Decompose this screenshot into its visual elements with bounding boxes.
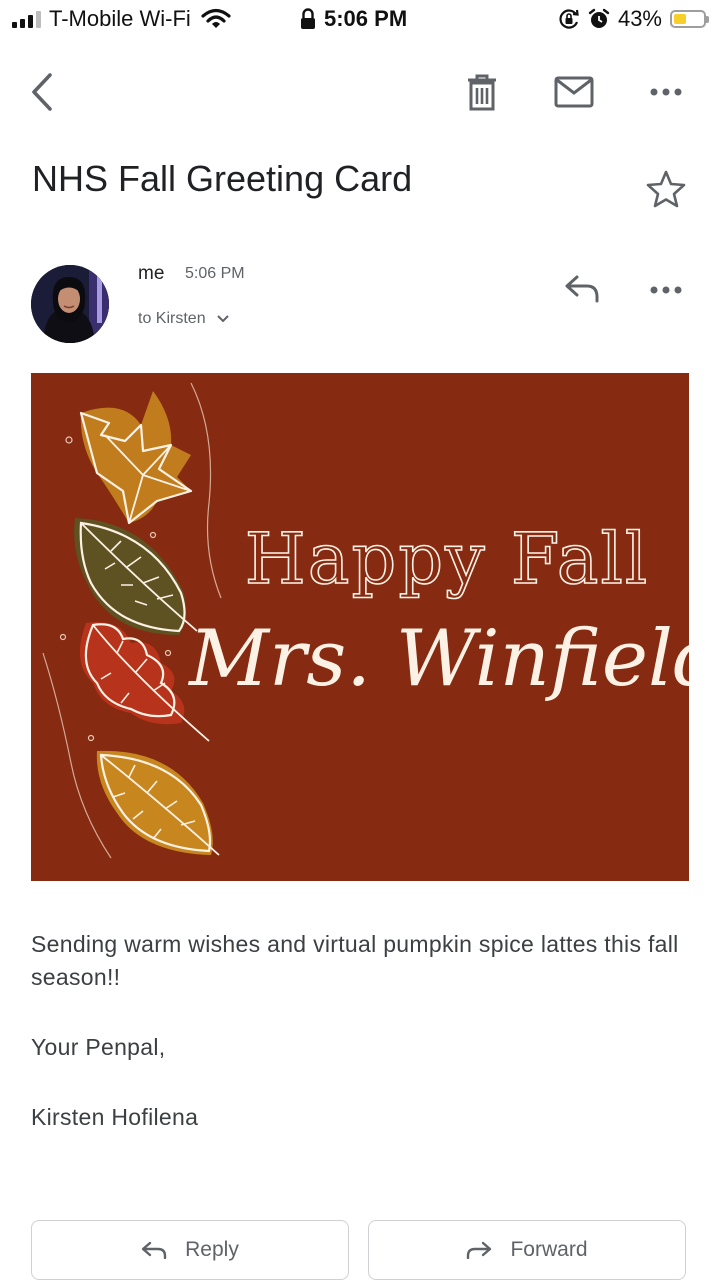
mark-unread-button[interactable] [550, 68, 598, 116]
body-paragraph-greeting: Sending warm wishes and virtual pumpkin … [31, 931, 679, 990]
battery-percent: 43% [617, 6, 662, 31]
sender-avatar[interactable] [31, 265, 109, 343]
card-recipient-name: Mrs. Winfield [187, 614, 689, 704]
sender-name: me [138, 263, 165, 284]
card-headline: Happy Fall [245, 518, 650, 600]
forward-label: Forward [510, 1238, 588, 1261]
status-left: T-Mobile Wi-Fi [12, 6, 231, 32]
trash-icon [468, 74, 496, 111]
lock-icon [301, 8, 315, 29]
reply-icon [565, 275, 599, 303]
star-icon[interactable] [646, 170, 686, 208]
chevron-down-icon [216, 315, 229, 323]
forward-icon [467, 1241, 492, 1259]
reply-label: Reply [185, 1238, 239, 1261]
avatar-photo [31, 265, 109, 343]
body-paragraph-closing: Your Penpal, [31, 1034, 166, 1060]
email-body: Sending warm wishes and virtual pumpkin … [31, 928, 691, 1171]
reply-icon [141, 1241, 167, 1259]
reply-button[interactable]: Reply [31, 1220, 349, 1280]
battery-icon [670, 10, 709, 28]
status-center: 5:06 PM [300, 6, 407, 32]
delete-button[interactable] [460, 68, 504, 116]
clock-label: 5:06 PM [324, 6, 408, 31]
message-more-button[interactable] [644, 270, 688, 310]
back-button[interactable] [22, 68, 62, 116]
greeting-card-image[interactable]: Happy Fall Mrs. Winfield [31, 373, 689, 881]
forward-button[interactable]: Forward [368, 1220, 686, 1280]
envelope-icon [554, 76, 594, 108]
carrier-label: T-Mobile Wi-Fi [49, 6, 191, 31]
rotation-lock-icon [559, 9, 579, 29]
wifi-icon [201, 8, 231, 28]
chevron-left-icon [32, 73, 52, 111]
email-subject: NHS Fall Greeting Card [32, 158, 413, 199]
alarm-icon [588, 8, 610, 28]
sent-time: 5:06 PM [185, 265, 245, 282]
more-horizontal-icon [650, 88, 682, 96]
signal-icon [12, 10, 41, 28]
status-right: 43% [558, 6, 709, 32]
more-options-button[interactable] [644, 72, 688, 112]
reply-icon-button[interactable] [560, 268, 604, 308]
more-horizontal-icon [650, 286, 682, 294]
email-toolbar [0, 62, 720, 122]
recipient-label: to Kirsten [138, 310, 206, 327]
recipient-toggle[interactable]: to Kirsten [138, 310, 230, 328]
body-paragraph-signature: Kirsten Hofilena [31, 1104, 199, 1130]
status-bar: T-Mobile Wi-Fi 5:06 PM 43% [0, 0, 720, 40]
